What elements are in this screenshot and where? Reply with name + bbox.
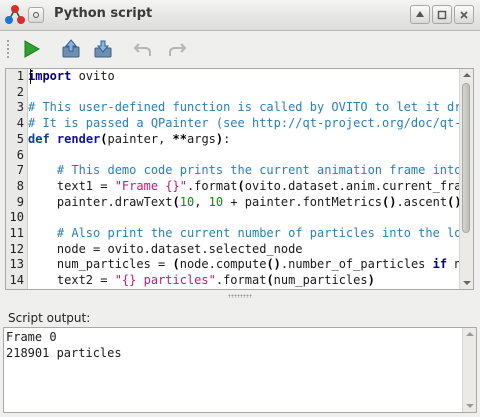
line-number: 7	[16, 163, 24, 178]
line-number: 12	[9, 241, 24, 256]
editor-vertical-scrollbar[interactable]	[459, 69, 473, 289]
line-number: 8	[16, 178, 24, 193]
load-script-button[interactable]	[58, 36, 84, 62]
text-cursor	[30, 69, 31, 84]
scrollbar-thumb[interactable]	[462, 83, 470, 233]
window-controls	[410, 5, 474, 25]
scroll-up-arrow-icon[interactable]	[463, 73, 471, 77]
code-editor[interactable]: 1 2 3 4 5 6 7 8 9 10 11 12 13 14 15 impo…	[5, 68, 474, 290]
output-line: Frame 0	[6, 330, 57, 344]
scroll-down-arrow-icon[interactable]	[463, 281, 471, 285]
output-vertical-scrollbar[interactable]	[462, 328, 476, 412]
code-line: # It is passed a QPainter (see http://qt…	[28, 116, 460, 131]
line-number: 3	[16, 100, 24, 115]
toolbar-grip[interactable]	[6, 39, 10, 59]
restore-icon	[437, 10, 447, 19]
line-number: 6	[16, 147, 24, 162]
code-line: text2 = "{} particles".format(num_partic…	[28, 273, 375, 288]
save-script-icon	[94, 40, 112, 58]
run-script-button[interactable]	[18, 36, 44, 62]
line-number: 10	[9, 210, 24, 225]
window-title: Python script	[54, 6, 153, 21]
undo-button[interactable]	[130, 36, 156, 62]
line-number: 1	[16, 69, 24, 83]
save-script-button[interactable]	[90, 36, 116, 62]
title-bar: Python script	[0, 0, 480, 31]
line-number: 9	[16, 194, 24, 209]
redo-button[interactable]	[164, 36, 190, 62]
keep-above-button[interactable]	[410, 5, 430, 24]
close-icon	[460, 10, 468, 19]
code-line: def render(painter, **args):	[28, 131, 231, 146]
code-line: # This demo code prints the current anim…	[56, 163, 460, 178]
line-number: 4	[16, 116, 24, 131]
code-line: node = ovito.dataset.selected_node	[28, 241, 303, 256]
line-number: 5	[16, 131, 24, 146]
scroll-down-arrow-icon[interactable]	[466, 404, 474, 408]
code-line: num_particles = (node.compute().number_o…	[28, 257, 460, 272]
line-number: 2	[16, 84, 24, 99]
script-output-label: Script output:	[8, 311, 91, 325]
code-line: # This user-defined function is called b…	[28, 100, 460, 115]
pane-splitter[interactable]	[0, 290, 480, 306]
toolbar	[0, 31, 480, 67]
scroll-up-arrow-icon[interactable]	[466, 332, 474, 336]
ovito-app-icon	[5, 5, 25, 24]
code-line: # Also print the current number of parti…	[56, 226, 460, 240]
code-line: text1 = "Frame {}".format(ovito.dataset.…	[28, 178, 460, 193]
splitter-grip[interactable]	[228, 294, 252, 298]
window-menu-button[interactable]	[28, 7, 44, 23]
code-line: painter.drawText(10, 10 + painter.fontMe…	[28, 194, 460, 209]
code-text-area[interactable]: import ovito # This user-defined functio…	[28, 69, 460, 289]
line-number: 13	[9, 257, 24, 272]
code-line: import ovito	[28, 69, 115, 83]
undo-icon	[133, 43, 151, 56]
redo-icon	[169, 43, 187, 56]
maximize-button[interactable]	[432, 5, 452, 24]
run-icon	[24, 40, 41, 58]
output-line: 218901 particles	[6, 346, 122, 360]
up-arrow-icon	[416, 10, 424, 17]
script-output-panel[interactable]: Frame 0 218901 particles	[3, 327, 477, 413]
line-number: 11	[9, 226, 24, 240]
load-script-icon	[62, 39, 80, 58]
line-number-gutter: 1 2 3 4 5 6 7 8 9 10 11 12 13 14 15	[6, 69, 28, 289]
line-number: 14	[9, 273, 24, 288]
close-button[interactable]	[454, 5, 474, 24]
